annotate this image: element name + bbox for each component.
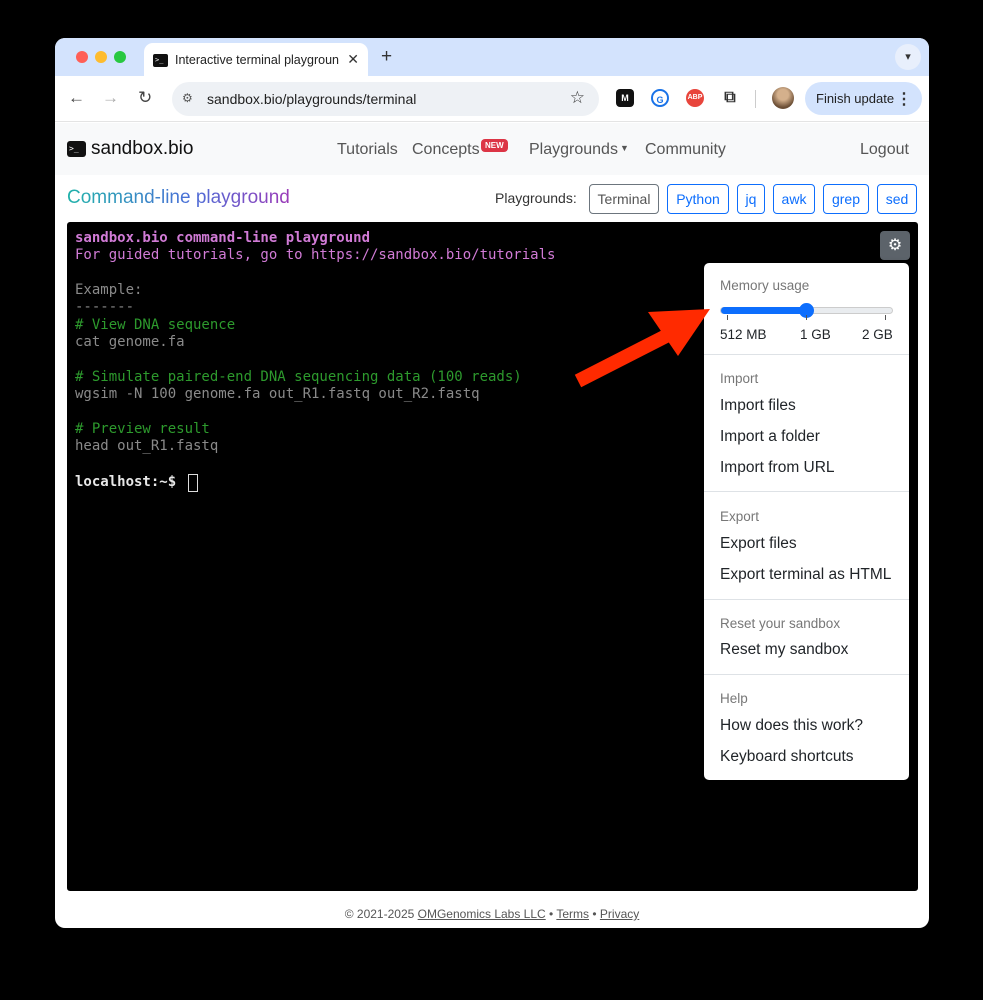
terminal-command: cat genome.fa (75, 334, 185, 350)
menu-divider (704, 491, 909, 492)
settings-dropdown: Memory usage 512 MB 1 GB 2 GB Import Imp… (704, 263, 909, 780)
extensions-puzzle-icon[interactable]: ⧉ (721, 89, 739, 107)
brand-link[interactable]: sandbox.bio (91, 138, 193, 160)
slider-tick (727, 315, 728, 320)
terminal-comment: # View DNA sequence (75, 317, 236, 333)
playground-awk-button[interactable]: awk (773, 184, 815, 214)
page-title-suffix: playground (190, 187, 290, 208)
extension-m-icon[interactable]: M (616, 89, 634, 107)
terminal-line: ------- (75, 299, 135, 315)
terminal-cursor (188, 474, 198, 492)
company-link[interactable]: OMGenomics Labs LLC (418, 907, 546, 921)
footer-copyright: © 2021-2025 (344, 907, 418, 921)
keyboard-shortcuts-item[interactable]: Keyboard shortcuts (720, 748, 854, 766)
logout-link[interactable]: Logout (860, 141, 909, 159)
terminal-comment: # Preview result (75, 421, 210, 437)
terminal-logo-icon: >_ (67, 141, 86, 157)
bookmark-star-icon[interactable]: ☆ (570, 88, 585, 108)
forward-arrow-icon[interactable]: → (102, 88, 119, 108)
help-header: Help (720, 691, 748, 706)
export-html-item[interactable]: Export terminal as HTML (720, 566, 891, 584)
new-badge: NEW (481, 139, 508, 152)
playground-jq-button[interactable]: jq (737, 184, 765, 214)
nav-tutorials[interactable]: Tutorials (337, 141, 398, 159)
address-bar[interactable]: ⚙ sandbox.bio/playgrounds/terminal ☆ (172, 82, 599, 116)
gear-icon[interactable]: ⚙ (880, 231, 910, 260)
tick-label-1gb: 1 GB (800, 327, 831, 342)
finish-update-label: Finish update (816, 91, 895, 106)
nav-playgrounds[interactable]: Playgrounds (529, 141, 618, 159)
maximize-window-button[interactable] (114, 51, 126, 63)
import-url-item[interactable]: Import from URL (720, 459, 835, 477)
export-header: Export (720, 509, 760, 524)
footer: © 2021-2025 OMGenomics Labs LLC • Terms … (55, 907, 929, 921)
import-files-item[interactable]: Import files (720, 397, 796, 415)
browser-window: >_ Interactive terminal playground ✕ + ▾… (55, 38, 929, 928)
export-files-item[interactable]: Export files (720, 535, 797, 553)
url-text[interactable]: sandbox.bio/playgrounds/terminal (207, 91, 416, 107)
reload-icon[interactable]: ↻ (138, 88, 152, 108)
new-tab-button[interactable]: + (381, 46, 392, 68)
menu-divider (704, 674, 909, 675)
terminal-line: Example: (75, 282, 143, 298)
more-menu-icon[interactable]: ⋮ (896, 89, 912, 109)
slider-tick (806, 315, 807, 320)
playground-terminal-button[interactable]: Terminal (589, 184, 659, 214)
site-navbar: >_ sandbox.bio Tutorials Concepts NEW Pl… (55, 123, 929, 175)
profile-avatar[interactable] (772, 87, 794, 109)
browser-tab[interactable]: >_ Interactive terminal playground ✕ (144, 43, 368, 76)
import-folder-item[interactable]: Import a folder (720, 428, 820, 446)
tab-close-icon[interactable]: ✕ (347, 51, 359, 68)
privacy-link[interactable]: Privacy (600, 907, 639, 921)
close-window-button[interactable] (76, 51, 88, 63)
how-it-works-item[interactable]: How does this work? (720, 717, 863, 735)
terminal-line: For guided tutorials, go to https://sand… (75, 247, 556, 263)
nav-community[interactable]: Community (645, 141, 726, 159)
terminal-comment: # Simulate paired-end DNA sequencing dat… (75, 369, 522, 385)
browser-toolbar: ← → ↻ ⚙ sandbox.bio/playgrounds/terminal… (55, 76, 929, 122)
adblock-plus-icon[interactable]: ABP (686, 89, 704, 107)
tick-label-512mb: 512 MB (720, 327, 767, 342)
terminal-command: wgsim -N 100 genome.fa out_R1.fastq out_… (75, 386, 480, 402)
playgrounds-label: Playgrounds: (495, 190, 577, 206)
footer-separator: • (545, 907, 557, 921)
tab-search-chevron-icon[interactable]: ▾ (895, 44, 921, 70)
import-header: Import (720, 371, 759, 386)
memory-usage-header: Memory usage (720, 278, 810, 293)
reset-sandbox-item[interactable]: Reset my sandbox (720, 641, 848, 659)
terminal-prompt: localhost:~$ (75, 474, 185, 490)
memory-slider[interactable] (720, 303, 893, 318)
slider-tick (885, 315, 886, 320)
page-title-prefix: Command-line (67, 187, 191, 208)
page-title: Command-line playground (67, 187, 290, 209)
finish-update-button[interactable]: Finish update ⋮ (805, 82, 922, 115)
terms-link[interactable]: Terms (556, 907, 589, 921)
terminal-favicon-icon: >_ (153, 54, 168, 67)
playground-grep-button[interactable]: grep (823, 184, 869, 214)
playground-python-button[interactable]: Python (667, 184, 729, 214)
memory-slider-fill (721, 307, 807, 314)
caret-down-icon[interactable]: ▼ (620, 143, 629, 153)
back-arrow-icon[interactable]: ← (68, 88, 85, 108)
reset-header: Reset your sandbox (720, 616, 841, 631)
site-settings-icon[interactable]: ⚙ (182, 91, 193, 105)
nav-concepts[interactable]: Concepts (412, 141, 480, 159)
tab-strip: >_ Interactive terminal playground ✕ + ▾ (55, 38, 929, 76)
toolbar-divider (755, 90, 756, 108)
terminal-command: head out_R1.fastq (75, 438, 219, 454)
footer-separator: • (589, 907, 600, 921)
extension-lock-icon[interactable]: G (651, 89, 669, 107)
tab-title: Interactive terminal playground (175, 53, 339, 67)
menu-divider (704, 599, 909, 600)
minimize-window-button[interactable] (95, 51, 107, 63)
terminal-banner: sandbox.bio command-line playground (75, 230, 371, 246)
playground-sed-button[interactable]: sed (877, 184, 917, 214)
tick-label-2gb: 2 GB (862, 327, 893, 342)
menu-divider (704, 354, 909, 355)
